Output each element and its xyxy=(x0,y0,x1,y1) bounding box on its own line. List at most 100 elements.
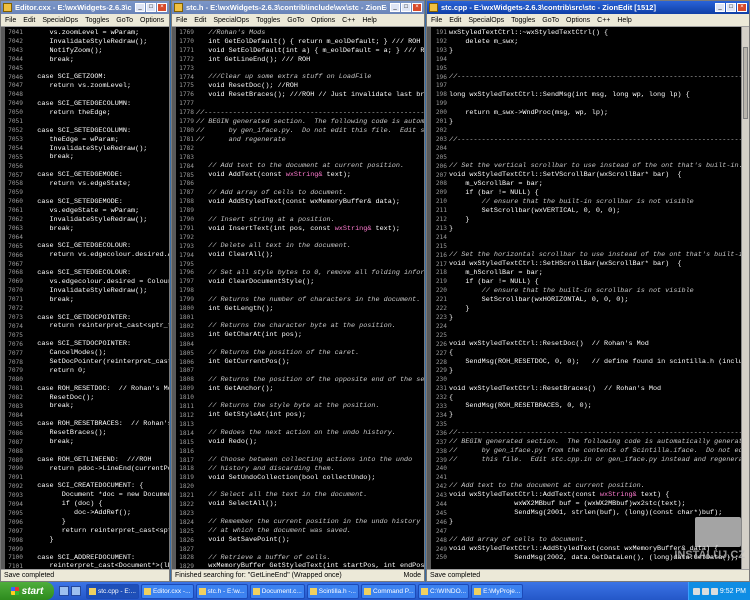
line-number: 7099 xyxy=(8,545,23,553)
minimize-button[interactable]: _ xyxy=(135,3,145,12)
code-line: return theEdge; xyxy=(25,109,111,118)
title-bar[interactable]: Editor.cxx - E:\wxWidgets-2.6.3\contrib\… xyxy=(1,1,169,14)
menu-item-help[interactable]: Help xyxy=(617,17,631,24)
close-button[interactable]: × xyxy=(412,3,422,12)
minimize-button[interactable]: _ xyxy=(390,3,400,12)
menu-item-goto[interactable]: GoTo xyxy=(116,17,133,24)
code-editor[interactable]: 1769 1770 1771 1772 1773 1774 1775 1776 1777 1778… xyxy=(172,27,424,569)
code-area[interactable]: vs.zoomLevel = wParam; InvalidateStyleRe… xyxy=(25,27,169,569)
line-number: 197 xyxy=(435,82,447,90)
tray-icon[interactable] xyxy=(701,587,709,595)
menu-item-options[interactable]: Options xyxy=(311,17,335,24)
taskbar-button-label: Command P... xyxy=(372,587,414,595)
taskbar-button[interactable]: stc.h - E:\w... xyxy=(195,583,248,599)
menu-item-goto[interactable]: GoTo xyxy=(287,17,304,24)
tray-icon[interactable] xyxy=(692,587,700,595)
menu-item-toggles[interactable]: Toggles xyxy=(256,17,280,24)
editor-window-stc-cpp[interactable]: stc.cpp - E:\wxWidgets-2.6.3\contrib\src… xyxy=(426,0,750,582)
code-line: void wxStyledTextCtrl::SetVScrollBar(wxS… xyxy=(449,171,682,180)
title-bar[interactable]: stc.h - E:\wxWidgets-2.6.3\contrib\inclu… xyxy=(172,1,424,14)
line-number: 1828 xyxy=(179,554,194,562)
code-line: delete m_swx; xyxy=(449,37,519,46)
menu-item-goto[interactable]: GoTo xyxy=(542,17,559,24)
code-line: case ROH_RESETBRACES: // Rohan's Mo xyxy=(25,420,169,429)
menu-item-specialops[interactable]: SpecialOps xyxy=(42,17,78,24)
line-number: 1794 xyxy=(179,251,194,259)
menu-item-specialops[interactable]: SpecialOps xyxy=(468,17,504,24)
code-area[interactable]: //Rohan's Mods int GetEolDefault() { ret… xyxy=(196,27,424,569)
line-number: 7095 xyxy=(8,509,23,517)
taskbar-button[interactable]: Command P... xyxy=(360,583,416,599)
taskbar-button[interactable]: C:\WINDO... xyxy=(417,583,470,599)
line-number: 7071 xyxy=(8,296,23,304)
title-bar[interactable]: stc.cpp - E:\wxWidgets-2.6.3\contrib\src… xyxy=(427,1,749,14)
line-number: 1815 xyxy=(179,438,194,446)
quick-launch-icon[interactable] xyxy=(59,586,69,596)
taskbar-button[interactable]: Editor.cxx -... xyxy=(140,583,194,599)
menu-item-file[interactable]: File xyxy=(431,17,442,24)
taskbar-button-label: E:\MyProje... xyxy=(483,587,521,595)
line-number: 211 xyxy=(435,207,447,215)
maximize-button[interactable]: □ xyxy=(726,3,736,12)
code-line: // by gen_iface.py from the contents of … xyxy=(449,446,749,455)
menu-item-help[interactable]: Help xyxy=(362,17,376,24)
line-number: 1827 xyxy=(179,545,194,553)
menu-item-edit[interactable]: Edit xyxy=(194,17,206,24)
line-number: 1807 xyxy=(179,367,194,375)
code-line: // Add array of cells to document. xyxy=(196,189,347,198)
code-line: if (doc) { xyxy=(25,500,103,509)
code-line: case SCI_ADDREFDOCUMENT: xyxy=(25,553,136,562)
menu-item-specialops[interactable]: SpecialOps xyxy=(213,17,249,24)
line-number: 7054 xyxy=(8,144,23,152)
line-number: 232 xyxy=(435,394,447,402)
menu-item-c-[interactable]: C++ xyxy=(342,17,355,24)
taskbar-button[interactable]: E:\MyProje... xyxy=(471,583,524,599)
code-editor[interactable]: 191 192 193 194 195 196 197 198 199 200 201 202 203 2… xyxy=(427,27,749,569)
vertical-scrollbar[interactable] xyxy=(741,27,749,569)
close-button[interactable]: × xyxy=(737,3,747,12)
editor-window-editor-cxx[interactable]: Editor.cxx - E:\wxWidgets-2.6.3\contrib\… xyxy=(0,0,170,582)
quick-launch-icon[interactable] xyxy=(71,586,81,596)
menu-item-c-[interactable]: C++ xyxy=(597,17,610,24)
menu-item-toggles[interactable]: Toggles xyxy=(85,17,109,24)
close-button[interactable]: × xyxy=(157,3,167,12)
menu-item-toggles[interactable]: Toggles xyxy=(511,17,535,24)
code-line: } xyxy=(25,535,54,544)
line-number: 7060 xyxy=(8,198,23,206)
menu-item-edit[interactable]: Edit xyxy=(449,17,461,24)
code-line: case SCI_CREATEDOCUMENT: { xyxy=(25,482,144,491)
taskbar-button[interactable]: Document.c... xyxy=(249,583,305,599)
line-number: 1823 xyxy=(179,509,194,517)
maximize-button[interactable]: □ xyxy=(146,3,156,12)
menu-item-file[interactable]: File xyxy=(5,17,16,24)
code-line: InvalidateStyleRedraw(); xyxy=(25,215,148,224)
menu-item-edit[interactable]: Edit xyxy=(23,17,35,24)
code-line: int GetCurrentPos(); xyxy=(196,357,290,366)
code-editor[interactable]: 7041 7042 7043 7044 7045 7046 7047 7048 7049 7050… xyxy=(1,27,169,569)
menu-item-options[interactable]: Options xyxy=(566,17,590,24)
editor-window-stc-h[interactable]: stc.h - E:\wxWidgets-2.6.3\contrib\inclu… xyxy=(171,0,425,582)
line-number: 193 xyxy=(435,46,447,54)
line-number: 1780 xyxy=(179,126,194,134)
code-area[interactable]: wxStyledTextCtrl::~wxStyledTextCtrl() { … xyxy=(449,27,749,569)
line-number: 1803 xyxy=(179,331,194,339)
minimize-button[interactable]: _ xyxy=(715,3,725,12)
line-number: 7069 xyxy=(8,278,23,286)
scroll-thumb[interactable] xyxy=(743,47,748,119)
code-line: void SetSavePoint(); xyxy=(196,535,290,544)
menu-item-file[interactable]: File xyxy=(176,17,187,24)
start-button[interactable]: start xyxy=(0,582,54,600)
taskbar-button[interactable]: stc.cpp - E:... xyxy=(86,583,139,599)
taskbar-button[interactable]: Scintilla.h -... xyxy=(306,583,359,599)
maximize-button[interactable]: □ xyxy=(401,3,411,12)
menu-item-options[interactable]: Options xyxy=(140,17,164,24)
line-number: 1776 xyxy=(179,91,194,99)
line-number: 247 xyxy=(435,527,447,535)
code-line: void AddStyledText(const wxMemoryBuffer&… xyxy=(196,197,400,206)
tray-icon[interactable] xyxy=(710,587,718,595)
